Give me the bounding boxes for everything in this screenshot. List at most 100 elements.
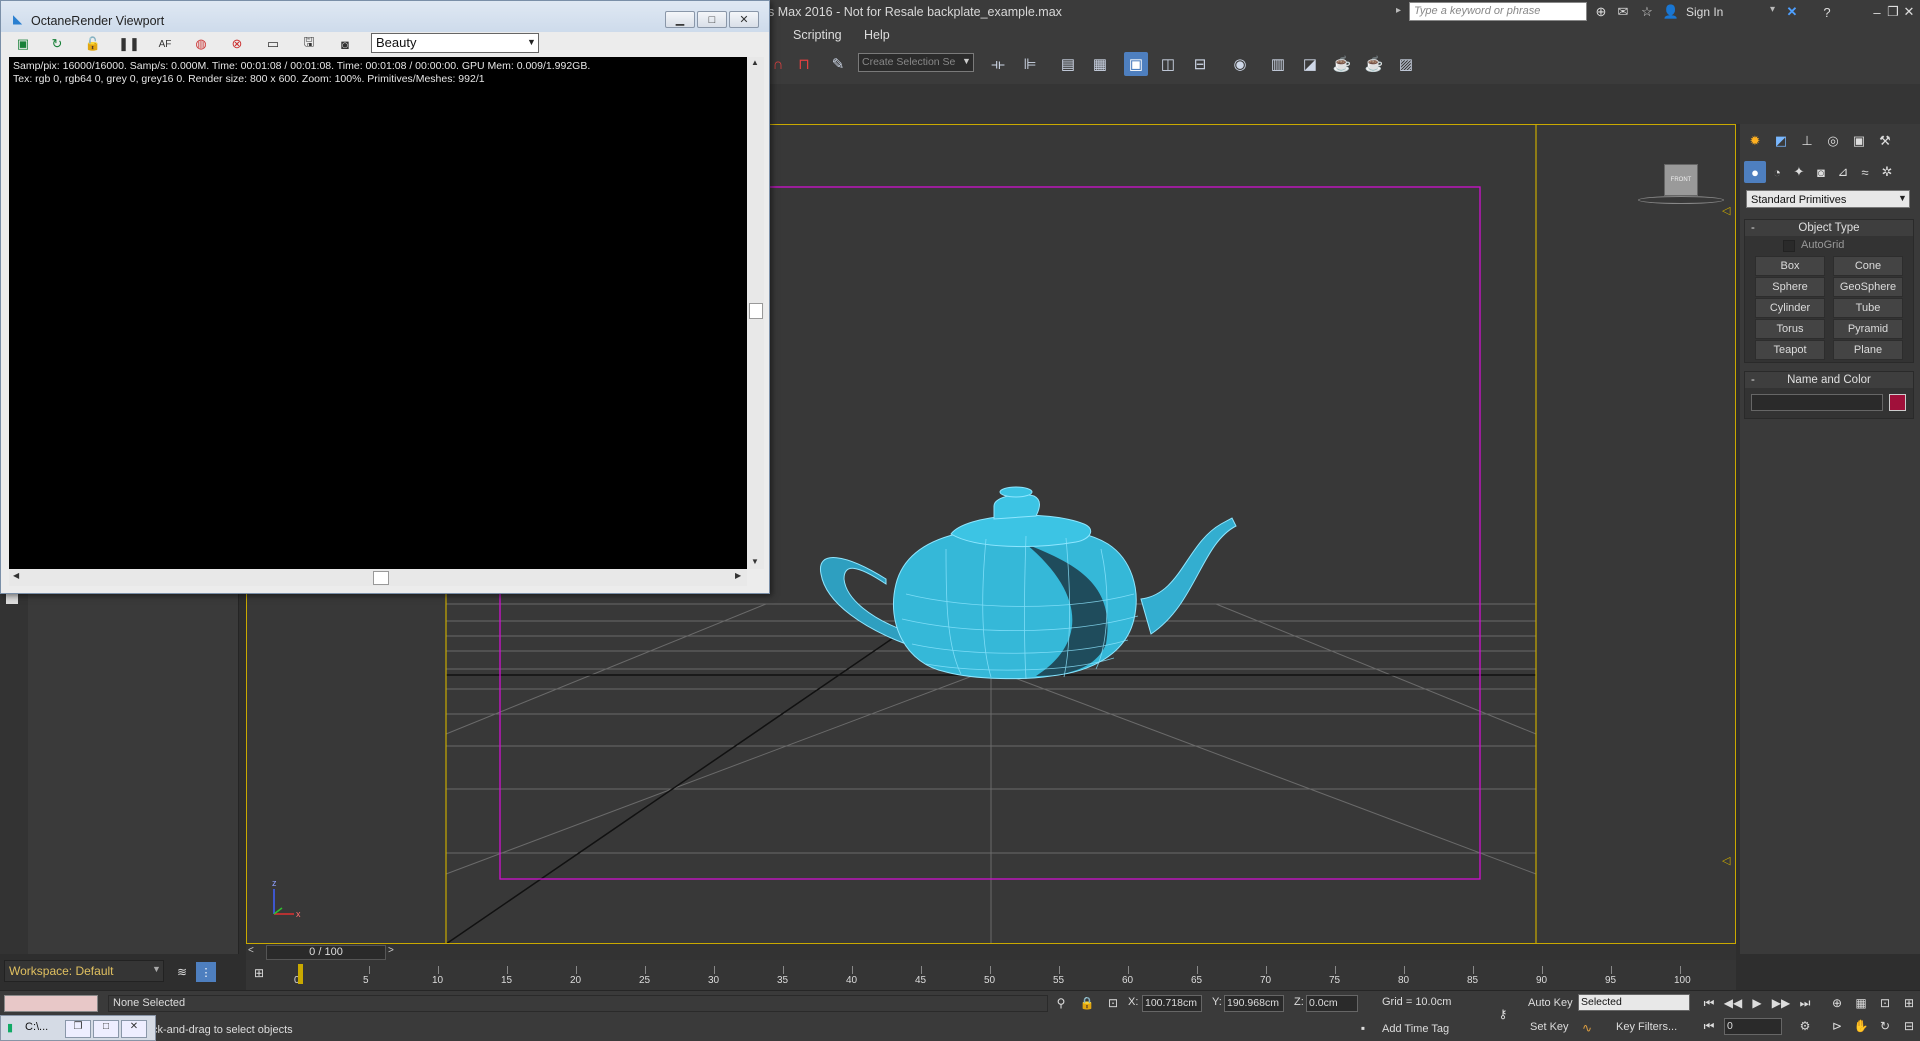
zoom-all-icon[interactable]: ▦	[1852, 994, 1870, 1012]
teapot-object[interactable]	[819, 486, 1237, 680]
play-icon[interactable]: ▶	[1748, 994, 1766, 1012]
curve-editor-icon[interactable]: ◫	[1156, 52, 1180, 76]
cone-button[interactable]: Cone	[1833, 256, 1903, 276]
modify-tab-icon[interactable]: ◩	[1770, 130, 1792, 152]
edit-named-selection-icon[interactable]: ✎	[826, 52, 850, 76]
helpers-icon[interactable]: ⊿	[1832, 161, 1854, 183]
pyramid-button[interactable]: Pyramid	[1833, 319, 1903, 339]
time-slider-track[interactable]: < >	[246, 944, 1736, 960]
render-setup-icon[interactable]: ▥	[1266, 52, 1290, 76]
start-render-icon[interactable]: ▣	[13, 35, 33, 53]
layers-icon[interactable]: ≋	[172, 962, 192, 982]
hierarchy-tab-icon[interactable]: ⊥	[1796, 130, 1818, 152]
selection-lock-icon[interactable]: 🔒	[1078, 994, 1096, 1012]
orbit-icon[interactable]: ↻	[1876, 1017, 1894, 1035]
time-slider[interactable]: 0 / 100	[266, 945, 386, 960]
maximize-viewport-icon[interactable]: ⊟	[1900, 1017, 1918, 1035]
restart-render-icon[interactable]: ↻	[47, 35, 67, 53]
object-color-swatch[interactable]	[1889, 394, 1906, 411]
maximize-window-icon[interactable]: □	[93, 1020, 119, 1038]
menu-item-help[interactable]: Help	[864, 28, 890, 42]
schematic-view-icon[interactable]: ⊟	[1188, 52, 1212, 76]
key-mode-toggle-icon[interactable]: ⏮	[1700, 1017, 1718, 1035]
systems-icon[interactable]: ✲	[1876, 161, 1898, 183]
go-to-end-icon[interactable]: ⏭	[1796, 994, 1814, 1012]
help-icon[interactable]: ?	[1818, 3, 1836, 21]
display-tab-icon[interactable]: ▣	[1848, 130, 1870, 152]
utilities-tab-icon[interactable]: ⚒	[1874, 130, 1896, 152]
pause-render-icon[interactable]: ❚❚	[118, 35, 140, 53]
x-coordinate-field[interactable]: 100.718cm	[1142, 995, 1202, 1012]
viewcube-ring[interactable]	[1638, 196, 1724, 204]
communication-center-icon[interactable]: ✉	[1614, 3, 1632, 21]
scene-explorer-icon[interactable]: ▣	[1124, 52, 1148, 76]
time-next-icon[interactable]: >	[388, 945, 394, 956]
render-iterative-icon[interactable]: ☕	[1362, 52, 1386, 76]
octane-horizontal-scrollbar[interactable]: ◀ ▶	[9, 569, 747, 586]
zoom-icon[interactable]: ⊕	[1828, 994, 1846, 1012]
key-filters-button[interactable]: Key Filters...	[1616, 1021, 1677, 1033]
pan-view-icon[interactable]: ✋	[1852, 1017, 1870, 1035]
geometry-icon[interactable]: ●	[1744, 161, 1766, 183]
previous-frame-icon[interactable]: ◀◀	[1724, 994, 1742, 1012]
octane-vertical-scrollbar[interactable]: ▲ ▼	[747, 57, 764, 569]
graphite-ribbon-icon[interactable]: ▦	[1088, 52, 1112, 76]
sign-in-dropdown-icon[interactable]: ▾	[1770, 4, 1775, 15]
scene-explorer-toggle-icon[interactable]	[6, 594, 18, 604]
motion-tab-icon[interactable]: ◎	[1822, 130, 1844, 152]
material-editor-icon[interactable]: ◉	[1228, 52, 1252, 76]
save-render-icon[interactable]: 🖫	[299, 34, 319, 53]
time-configuration-icon[interactable]: ⚙	[1796, 1017, 1814, 1035]
add-time-tag[interactable]: Add Time Tag	[1382, 1023, 1449, 1035]
set-keys-icon[interactable]: ∿	[1578, 1019, 1596, 1037]
octane-render-canvas[interactable]: Samp/pix: 16000/16000. Samp/s: 0.000M. T…	[9, 57, 747, 569]
y-coordinate-field[interactable]: 190.968cm	[1224, 995, 1284, 1012]
chevron-down-icon[interactable]: ▼	[962, 56, 971, 66]
color-picker-icon[interactable]: ◍	[191, 35, 211, 53]
exchange-apps-icon[interactable]: ✕	[1783, 3, 1801, 21]
torus-button[interactable]: Torus	[1755, 319, 1825, 339]
viewcube[interactable]: FRONT	[1664, 164, 1698, 196]
zoom-extents-icon[interactable]: ⊡	[1876, 994, 1894, 1012]
search-expand-icon[interactable]: ▸	[1396, 5, 1401, 16]
vertical-scroll-thumb[interactable]	[749, 303, 763, 319]
render-pass-dropdown[interactable]: Beauty	[371, 33, 539, 53]
sphere-button[interactable]: Sphere	[1755, 277, 1825, 297]
restore-window-icon[interactable]: ❐	[65, 1020, 91, 1038]
render-online-icon[interactable]: ▨	[1394, 52, 1418, 76]
rendered-frame-window-icon[interactable]: ◪	[1298, 52, 1322, 76]
mirror-icon[interactable]: ⟛	[986, 52, 1010, 76]
octane-minimize-icon[interactable]: ▁	[665, 11, 695, 28]
category-chevron-icon[interactable]: ▼	[1898, 193, 1907, 203]
octane-maximize-icon[interactable]: □	[697, 11, 727, 28]
primitive-category-dropdown[interactable]: Standard Primitives	[1746, 190, 1910, 208]
region-render-icon[interactable]: ▭	[263, 35, 283, 53]
scroll-down-icon[interactable]: ▼	[751, 557, 759, 566]
horizontal-scroll-thumb[interactable]	[373, 571, 389, 585]
space-warps-icon[interactable]: ≈	[1854, 161, 1876, 183]
object-name-input[interactable]	[1751, 394, 1883, 411]
track-bar[interactable]: ⊞ 0 5 10 15 20 25 30 35 40 45 50 55 60 65 70 75 80 85 90 95…	[246, 960, 1736, 990]
render-pass-chevron-icon[interactable]: ▼	[527, 37, 536, 47]
name-and-color-header[interactable]: - Name and Color	[1745, 372, 1913, 388]
isolate-selection-icon[interactable]: ⚲	[1052, 994, 1070, 1012]
search-input[interactable]: Type a keyword or phrase	[1409, 2, 1587, 21]
auto-key-button[interactable]: Auto Key	[1528, 997, 1573, 1009]
sign-in-link[interactable]: Sign In	[1686, 5, 1723, 19]
favorites-star-icon[interactable]: ☆	[1638, 3, 1656, 21]
camera-snapshot-icon[interactable]: ◙	[335, 35, 355, 53]
percent-snap-icon[interactable]: ⊓	[792, 52, 816, 76]
minimized-window[interactable]: ▮ C:\... ❐ □ ✕	[0, 1015, 156, 1041]
plane-button[interactable]: Plane	[1833, 340, 1903, 360]
absolute-mode-icon[interactable]: ⊡	[1104, 994, 1122, 1012]
align-icon[interactable]: ⊫	[1018, 52, 1042, 76]
z-coordinate-field[interactable]: 0.0cm	[1306, 995, 1358, 1012]
autogrid-checkbox[interactable]	[1783, 240, 1795, 252]
key-icon[interactable]: ⚷	[1490, 1005, 1516, 1023]
scroll-left-icon[interactable]: ◀	[13, 571, 19, 580]
field-of-view-icon[interactable]: ⊳	[1828, 1017, 1846, 1035]
next-frame-icon[interactable]: ▶▶	[1772, 994, 1790, 1012]
box-button[interactable]: Box	[1755, 256, 1825, 276]
scroll-right-icon[interactable]: ▶	[735, 571, 741, 580]
object-type-header[interactable]: - Object Type	[1745, 220, 1913, 236]
